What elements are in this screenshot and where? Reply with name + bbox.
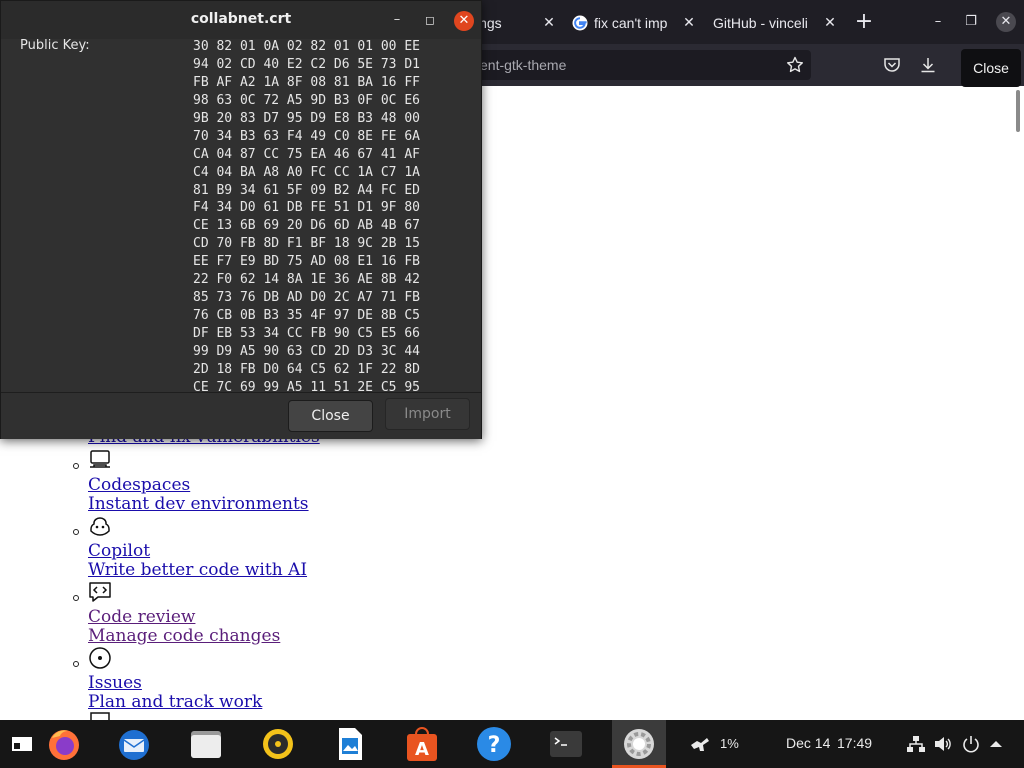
certificate-details[interactable]: Public Key: 30 82 01 0A 02 82 01 01 00 E… <box>1 39 481 392</box>
thunderbird-icon[interactable] <box>114 724 154 764</box>
new-tab-button[interactable]: + <box>852 10 876 34</box>
minimize-icon[interactable]: – <box>387 10 407 30</box>
feature-subtitle-link[interactable]: Instant dev environments <box>88 494 309 514</box>
hex-line: CE 7C 69 99 A5 11 51 2E C5 95 <box>193 379 420 392</box>
download-icon[interactable] <box>918 55 938 75</box>
show-desktop-icon[interactable] <box>4 724 40 764</box>
hex-line: CA 04 87 CC 75 EA 46 67 41 AF <box>193 146 420 162</box>
page-scrollbar[interactable] <box>1016 90 1020 132</box>
tab-label: GitHub - vinceli <box>713 15 808 31</box>
hex-line: C4 04 BA A8 A0 FC CC 1A C7 1A <box>193 164 420 180</box>
battery-icon[interactable] <box>688 734 714 754</box>
hex-line: CE 13 6B 69 20 D6 6D AB 4B 67 <box>193 218 420 234</box>
maximize-icon[interactable]: ◻ <box>420 10 440 30</box>
clock-date[interactable]: Dec 14 <box>786 735 830 751</box>
tab-label: fix can't imp <box>594 15 668 31</box>
software-center-icon[interactable]: A <box>402 724 442 764</box>
hex-line: 9B 20 83 D7 95 D9 E8 B3 48 00 <box>193 110 420 126</box>
list-bullet <box>73 661 79 667</box>
code-review-icon <box>89 582 111 602</box>
tab-label: ings <box>476 15 502 31</box>
issue-opened-icon <box>89 647 111 669</box>
hex-line: 85 73 76 DB AD D0 2C A7 71 FB <box>193 290 420 306</box>
network-icon[interactable] <box>906 734 926 754</box>
hex-line: 2D 18 FB D0 64 C5 62 1F 22 8D <box>193 361 420 377</box>
feature-title-link[interactable]: Copilot <box>88 541 150 561</box>
restore-icon[interactable]: ❐ <box>961 12 981 32</box>
codespaces-icon <box>90 450 110 468</box>
dialog-footer: Close Import <box>1 393 481 439</box>
svg-text:A: A <box>415 739 429 760</box>
pocket-icon[interactable] <box>882 55 902 75</box>
hex-line: EE F7 E9 BD 75 AD 08 E1 16 FB <box>193 254 420 270</box>
tab-google-search[interactable]: fix can't imp ✕ <box>572 8 696 38</box>
google-icon <box>572 15 588 31</box>
hex-line: 81 B9 34 61 5F 09 B2 A4 FC ED <box>193 182 420 198</box>
help-icon[interactable]: ? <box>474 724 514 764</box>
firefox-icon[interactable] <box>44 724 84 764</box>
hex-line: F4 34 D0 61 DB FE 51 D1 9F 80 <box>193 200 420 216</box>
hex-line: 22 F0 62 14 8A 1E 36 AE 8B 42 <box>193 272 420 288</box>
list-bullet <box>73 595 79 601</box>
import-button[interactable]: Import <box>385 398 470 430</box>
feature-title-link[interactable]: Issues <box>88 673 142 693</box>
svg-text:?: ? <box>488 733 501 758</box>
settings-icon[interactable] <box>619 724 659 764</box>
writer-icon[interactable] <box>330 724 370 764</box>
minimize-icon[interactable]: – <box>928 12 948 32</box>
hex-line: DF EB 53 34 CC FB 90 C5 E5 66 <box>193 326 420 341</box>
tab-close-icon[interactable]: ✕ <box>823 15 837 29</box>
close-tooltip: Close <box>961 49 1021 87</box>
feature-title-link[interactable]: Code review <box>88 607 195 627</box>
copilot-icon <box>90 517 110 536</box>
list-bullet <box>73 529 79 535</box>
certificate-dialog: collabnet.crt – ◻ ✕ Public Key: 30 82 01… <box>0 0 482 439</box>
tab-close-icon[interactable]: ✕ <box>542 15 556 29</box>
hex-line: 70 34 B3 63 F4 49 C0 8E FE 6A <box>193 128 420 144</box>
rhythmbox-icon[interactable] <box>258 724 298 764</box>
tab-close-icon[interactable]: ✕ <box>682 15 696 29</box>
power-icon[interactable] <box>961 734 981 754</box>
hex-line: FB AF A2 1A 8F 08 81 BA 16 FF <box>193 74 420 90</box>
public-key-hex: 30 82 01 0A 02 82 01 01 00 EE 94 02 CD 40… <box>193 39 463 392</box>
close-icon[interactable]: ✕ <box>454 11 474 31</box>
feature-title-link[interactable]: Codespaces <box>88 475 190 495</box>
dialog-title: collabnet.crt <box>190 11 292 27</box>
clock-time[interactable]: 17:49 <box>837 735 872 751</box>
close-icon[interactable]: ✕ <box>996 12 1016 32</box>
taskbar: A ? 1% Dec 14 17:49 <box>0 720 1024 768</box>
tab-settings[interactable]: ings ✕ <box>476 8 556 38</box>
bookmark-star-icon[interactable] <box>785 55 805 75</box>
dialog-titlebar[interactable]: collabnet.crt – ◻ ✕ <box>1 1 481 39</box>
feature-subtitle-link[interactable]: Plan and track work <box>88 692 262 712</box>
hex-line: 30 82 01 0A 02 82 01 01 00 EE <box>193 39 420 54</box>
tab-github[interactable]: GitHub - vinceli ✕ <box>713 8 837 38</box>
battery-percent: 1% <box>720 736 739 751</box>
feature-subtitle-link[interactable]: Write better code with AI <box>88 560 307 580</box>
files-icon[interactable] <box>186 724 226 764</box>
hex-line: 98 63 0C 72 A5 9D B3 0F 0C E6 <box>193 92 420 108</box>
hex-line: 94 02 CD 40 E2 C2 D6 5E 73 D1 <box>193 56 420 72</box>
hex-line: CD 70 FB 8D F1 BF 18 9C 2B 15 <box>193 236 420 252</box>
tray-expand-icon[interactable] <box>986 734 1006 754</box>
hex-line: 76 CB 0B B3 35 4F 97 DE 8B C5 <box>193 308 420 324</box>
terminal-icon[interactable] <box>546 724 586 764</box>
list-bullet <box>73 463 79 469</box>
hex-line: 99 D9 A5 90 63 CD 2D D3 3C 44 <box>193 343 420 359</box>
public-key-label: Public Key: <box>20 39 90 53</box>
feature-subtitle-link[interactable]: Manage code changes <box>88 626 280 646</box>
url-bar[interactable]: ent-gtk-theme <box>470 50 811 80</box>
volume-icon[interactable] <box>933 734 953 754</box>
close-button[interactable]: Close <box>288 400 373 432</box>
pull-request-icon <box>90 712 110 720</box>
